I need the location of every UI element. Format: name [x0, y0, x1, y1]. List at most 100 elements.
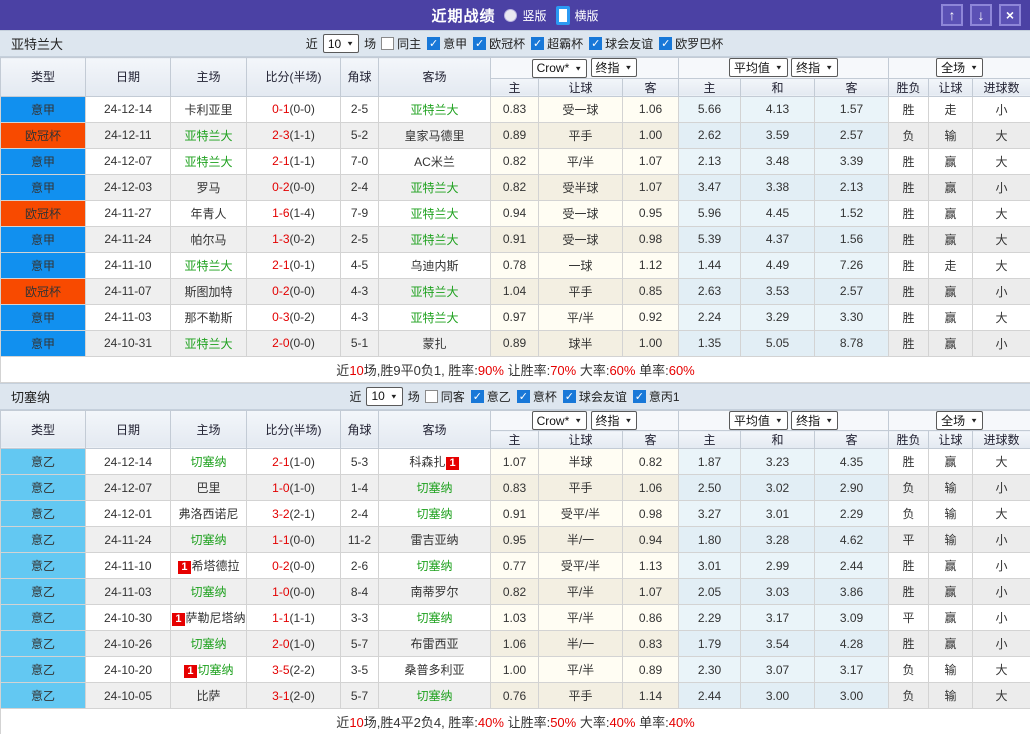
avg-away-cell: 1.56 [813, 225, 890, 253]
final-odds-select[interactable]: 终指 ▼ [590, 58, 638, 77]
score-cell: 0-2(0-0) [246, 173, 341, 201]
filter-checkbox-1[interactable]: ✓ [470, 389, 484, 403]
filter-checkbox-3[interactable]: ✓ [562, 389, 576, 403]
avg-home-cell: 2.29 [678, 604, 741, 631]
summary-stat-value: 50% [550, 715, 577, 730]
home-team-cell: 切塞纳 [170, 578, 247, 605]
filter-checkbox-2[interactable]: ✓ [516, 389, 530, 403]
odds-home-cell: 0.95 [490, 526, 539, 553]
odds-away-cell: 1.06 [622, 95, 679, 123]
filter-checkbox-label-4[interactable]: 球会友谊 [605, 35, 653, 52]
filter-checkbox-label-0[interactable]: 同主 [397, 35, 421, 52]
odds-handicap-cell: 平/半 [538, 303, 623, 331]
summary-stat-label: 单率: [635, 715, 669, 730]
home-team-name: 巴里 [196, 481, 221, 495]
score-cell: 3-2(2-1) [246, 500, 341, 527]
vertical-layout-radio[interactable] [504, 8, 518, 22]
away-team-name: 雷吉亚纳 [410, 533, 459, 547]
avg-away-cell: 2.44 [813, 552, 890, 579]
horizontal-layout-radio-label[interactable]: 横版 [575, 7, 599, 24]
close-button[interactable]: × [999, 4, 1021, 26]
crow-select[interactable]: Crow* ▼ [531, 411, 588, 430]
filter-checkbox-label-3[interactable]: 球会友谊 [579, 388, 627, 405]
scroll-down-button[interactable]: ↓ [970, 4, 992, 26]
result-goals-cell: 小 [972, 277, 1030, 305]
odds-group-header: 平均值 ▼ 终指 ▼ [677, 409, 890, 431]
date-cell: 24-12-14 [85, 448, 171, 475]
vertical-layout-radio-label[interactable]: 竖版 [522, 7, 546, 24]
away-team-cell: 切塞纳 [378, 552, 491, 579]
final-odds-select-2[interactable]: 终指 ▼ [791, 410, 839, 430]
avg-home-cell: 2.50 [678, 474, 741, 501]
date-cell: 24-10-31 [85, 329, 171, 357]
odds-home-cell: 1.06 [490, 630, 539, 657]
crow-select-value: Crow* [536, 61, 570, 75]
filter-checkbox-2[interactable]: ✓ [473, 37, 487, 50]
average-select[interactable]: 平均值 ▼ [728, 58, 788, 78]
filter-checkbox-4[interactable]: ✓ [632, 389, 646, 403]
avg-home-cell: 3.47 [678, 173, 741, 201]
full-match-select[interactable]: 全场 ▼ [936, 410, 983, 430]
league-cell: 意乙 [0, 604, 86, 631]
chevron-down-icon: ▼ [970, 64, 978, 72]
half-time-score: (2-2) [289, 662, 315, 677]
half-time-score: (0-0) [289, 558, 315, 573]
avg-away-cell: 4.62 [813, 526, 890, 553]
filter-checkbox-label-5[interactable]: 欧罗巴杯 [675, 35, 723, 52]
filter-checkbox-label-3[interactable]: 超霸杯 [547, 35, 583, 52]
avg-home-cell: 2.30 [678, 656, 741, 683]
away-team-cell: AC米兰 [378, 147, 491, 175]
home-team: 巴里 [196, 481, 220, 495]
away-team: 亚特兰大 [410, 311, 458, 325]
avg-away-cell: 3.17 [813, 656, 890, 683]
full-match-select[interactable]: 全场 ▼ [936, 58, 983, 78]
avg-home-cell: 1.35 [678, 329, 741, 357]
match-count-select[interactable]: 10 ▼ [322, 34, 360, 53]
filter-checkbox-label-2[interactable]: 意杯 [533, 388, 557, 405]
half-time-score: (1-0) [289, 480, 315, 495]
titlebar: 近期战绩 竖版 横版 ↑ ↓ × [0, 0, 1030, 30]
scroll-up-button[interactable]: ↑ [941, 4, 963, 26]
filter-checkbox-label-0[interactable]: 同客 [441, 388, 465, 405]
filter-checkbox-4[interactable]: ✓ [589, 37, 603, 50]
sub-col-header: 进球数 [972, 77, 1030, 97]
filter-checkbox-3[interactable]: ✓ [531, 37, 545, 50]
odds-home-cell: 1.04 [490, 277, 539, 305]
result-goals-cell: 小 [972, 604, 1030, 631]
summary-text: 近10场,胜9平0负1, 胜率:90% 让胜率:70% 大率:60% 单率:60… [0, 355, 1030, 383]
filter-checkbox-5[interactable]: ✓ [659, 37, 673, 50]
date-cell: 24-11-03 [85, 578, 171, 605]
summary-stat-value: 10 [349, 715, 364, 730]
filter-controls: 近 10 ▼ 场同客 ✓ 意乙 ✓ 意杯 ✓ 球会友谊 ✓ 意丙1 [347, 386, 682, 406]
filter-checkbox-0[interactable] [424, 389, 438, 403]
result-handicap-cell: 赢 [928, 630, 974, 657]
filter-checkbox-label-2[interactable]: 欧冠杯 [489, 35, 525, 52]
window-buttons: ↑ ↓ × [941, 4, 1030, 26]
team-name: 切塞纳 [11, 389, 51, 405]
home-team-cell: 弗洛西诺尼 [170, 500, 247, 527]
final-odds-select-2[interactable]: 终指 ▼ [791, 58, 839, 78]
average-select[interactable]: 平均值 ▼ [728, 410, 788, 430]
match-count-select[interactable]: 10 ▼ [366, 386, 403, 406]
summary-stat-value: 40% [668, 715, 695, 730]
horizontal-layout-radio[interactable] [555, 5, 570, 25]
result-wdl-cell: 负 [888, 656, 930, 683]
filter-checkbox-label-4[interactable]: 意丙1 [649, 388, 680, 405]
avg-home-cell: 2.63 [678, 277, 741, 305]
chevron-down-icon: ▼ [970, 416, 978, 424]
filter-checkbox-label-1[interactable]: 意乙 [487, 388, 511, 405]
result-wdl-cell: 负 [888, 500, 930, 527]
corner-cell: 7-9 [340, 199, 379, 227]
filter-checkbox-1[interactable]: ✓ [427, 37, 441, 50]
col-header: 客场 [378, 409, 491, 449]
filter-checkbox-0[interactable] [381, 37, 395, 50]
odds-away-cell: 0.89 [622, 656, 679, 683]
result-wdl-cell: 胜 [888, 225, 930, 253]
final-odds-select[interactable]: 终指 ▼ [590, 410, 638, 430]
avg-draw-cell: 3.00 [740, 682, 815, 709]
match-row: 意乙 24-12-14 切塞纳 2-1(1-0) 5-3 科森扎 1 1.07 半球 0.82 1.… [0, 448, 1030, 475]
crow-select[interactable]: Crow* ▼ [531, 58, 588, 78]
result-goals-cell: 大 [972, 303, 1030, 331]
filter-checkbox-label-1[interactable]: 意甲 [443, 35, 467, 52]
result-wdl-cell: 平 [888, 526, 930, 553]
